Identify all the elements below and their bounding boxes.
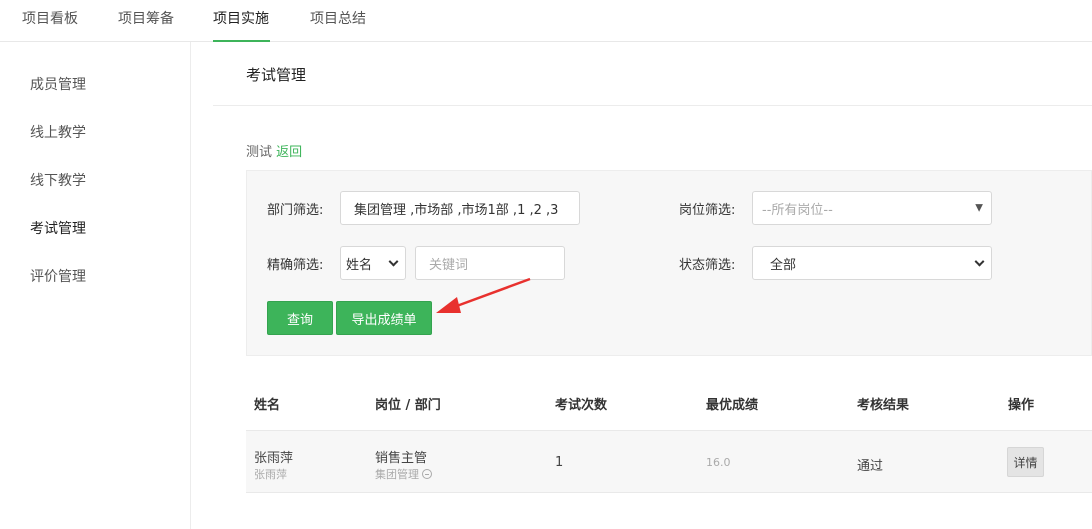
col-header-result: 考核结果 <box>857 398 910 413</box>
back-link[interactable]: 返回 <box>276 145 302 160</box>
member-post: 销售主管 <box>375 451 428 466</box>
page-title: 考试管理 <box>246 66 307 84</box>
cell-attempts: 1 <box>555 455 564 470</box>
precise-filter-label: 精确筛选: <box>267 258 324 273</box>
breadcrumb: 测试 返回 <box>246 141 302 160</box>
col-header-best-score: 最优成绩 <box>706 398 759 413</box>
post-filter-select[interactable]: --所有岗位-- ▼ <box>752 191 992 225</box>
tab-project-summary[interactable]: 项目总结 <box>310 0 366 42</box>
col-header-attempts: 考试次数 <box>555 398 608 413</box>
detail-button[interactable]: 详情 <box>1007 447 1044 477</box>
col-header-action: 操作 <box>1008 398 1035 413</box>
divider <box>213 105 1092 106</box>
status-filter-label: 状态筛选: <box>679 258 736 273</box>
tab-project-prep[interactable]: 项目筹备 <box>118 0 174 42</box>
member-username: 张雨萍 <box>254 468 287 481</box>
export-scores-button[interactable]: 导出成绩单 <box>336 301 432 335</box>
dept-filter-field[interactable]: 集团管理 ,市场部 ,市场1部 ,1 ,2 ,3 <box>340 191 580 225</box>
table-row <box>246 430 1092 493</box>
dropdown-arrow-icon: ▼ <box>975 202 983 214</box>
sidebar-item-evaluation[interactable]: 评价管理 <box>30 266 86 286</box>
cell-result: 通过 <box>857 459 884 474</box>
col-header-post-dept: 岗位 / 部门 <box>375 398 441 413</box>
col-header-name: 姓名 <box>254 398 281 413</box>
top-nav: 项目看板 项目筹备 项目实施 项目总结 <box>0 0 1092 42</box>
cell-post-dept: 销售主管 集团管理 <box>375 447 432 482</box>
chevron-down-icon <box>388 256 399 267</box>
tab-project-board[interactable]: 项目看板 <box>22 0 78 42</box>
status-filter-select[interactable]: 全部 <box>752 246 992 280</box>
post-filter-label: 岗位筛选: <box>679 203 736 218</box>
annotation-arrow-icon <box>436 277 531 313</box>
member-dept: 集团管理 <box>375 466 432 482</box>
sidebar-item-offline-teaching[interactable]: 线下教学 <box>30 170 86 190</box>
sidebar-item-exam-management[interactable]: 考试管理 <box>30 218 86 238</box>
sidebar-item-members[interactable]: 成员管理 <box>30 74 86 94</box>
member-name: 张雨萍 <box>254 451 294 466</box>
cell-name: 张雨萍 张雨萍 <box>254 447 293 482</box>
sidebar-item-online-teaching[interactable]: 线上教学 <box>30 122 86 142</box>
collapse-circle-icon[interactable] <box>422 469 432 479</box>
chevron-down-icon <box>974 256 985 267</box>
query-button[interactable]: 查询 <box>267 301 333 335</box>
breadcrumb-current: 测试 <box>246 145 273 160</box>
sidebar: 成员管理 线上教学 线下教学 考试管理 评价管理 <box>0 42 191 529</box>
cell-best-score: 16.0 <box>706 456 731 469</box>
precise-field-select[interactable]: 姓名 <box>340 246 406 280</box>
tab-project-implementation[interactable]: 项目实施 <box>213 0 270 42</box>
dept-filter-label: 部门筛选: <box>267 203 324 218</box>
